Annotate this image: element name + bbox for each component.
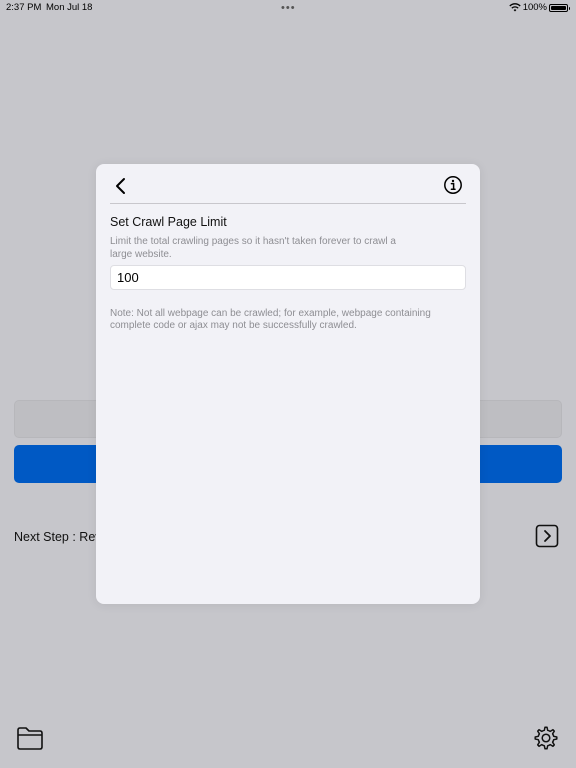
- section-description: Limit the total crawling pages so it has…: [110, 236, 396, 260]
- status-time: 2:37 PM: [6, 2, 42, 13]
- crawl-settings-modal: Set Crawl Page Limit Limit the total cra…: [96, 164, 480, 604]
- section-title: Set Crawl Page Limit: [110, 215, 227, 229]
- next-step-label: Next Step : Rev: [14, 530, 102, 544]
- gear-icon[interactable]: [532, 724, 560, 752]
- status-indicators: 100%: [509, 2, 570, 13]
- modal-header: [96, 164, 480, 204]
- battery-percentage: 100%: [522, 2, 547, 13]
- crawl-note: Note: Not all webpage can be crawled; fo…: [110, 308, 431, 331]
- back-chevron-icon[interactable]: [112, 176, 130, 196]
- info-icon[interactable]: [443, 175, 463, 195]
- battery-icon: [549, 3, 570, 12]
- status-bar: 2:37 PM Mon Jul 18 ••• 100%: [0, 0, 576, 16]
- header-divider: [110, 203, 466, 204]
- folder-icon[interactable]: [16, 725, 44, 751]
- multitasking-dots-icon[interactable]: •••: [281, 3, 296, 14]
- battery-level: [551, 5, 566, 10]
- page-limit-input[interactable]: [110, 265, 466, 290]
- status-date: Mon Jul 18: [46, 2, 93, 13]
- chevron-right-square-icon[interactable]: [535, 524, 559, 548]
- wifi-icon: [509, 3, 521, 12]
